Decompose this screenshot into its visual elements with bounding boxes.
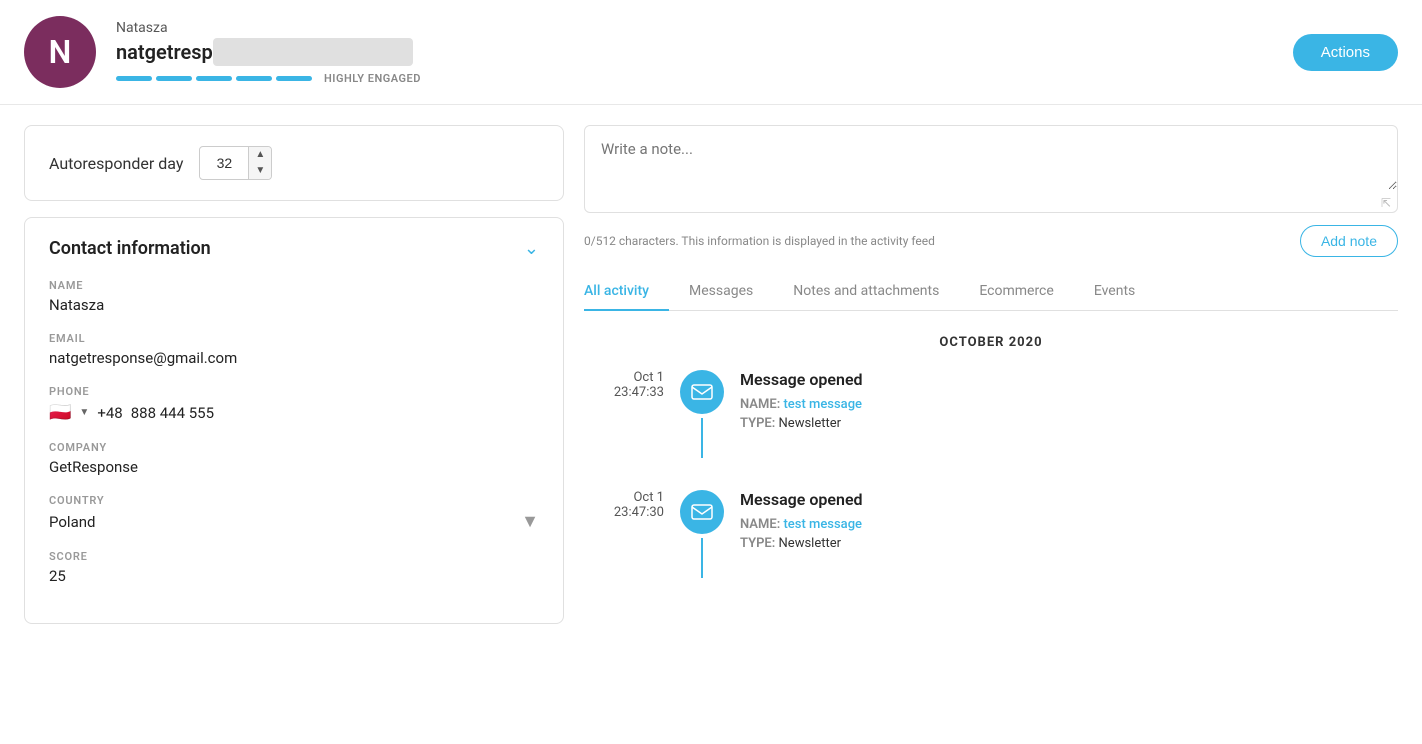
phone-label: PHONE <box>49 385 539 398</box>
name-value: Natasza <box>49 296 539 314</box>
header-email-row: natgetresp <box>116 38 1293 66</box>
name-label: NAME <box>49 279 539 292</box>
phone-number: 888 444 555 <box>131 404 214 422</box>
avatar: N <box>24 16 96 88</box>
day-input[interactable] <box>200 149 248 177</box>
header-email-redacted <box>213 38 413 66</box>
add-note-button[interactable]: Add note <box>1300 225 1398 257</box>
timeline-connector <box>680 370 724 458</box>
event-date: Oct 1 <box>584 370 664 385</box>
resize-icon: ⇱ <box>1381 196 1391 210</box>
note-char-count: 0/512 characters. This information is di… <box>584 234 935 248</box>
email-value: natgetresponse@gmail.com <box>49 349 539 367</box>
bar-segment-2 <box>156 76 192 81</box>
event-time: 23:47:30 <box>584 505 664 520</box>
event-title-2: Message opened <box>740 490 1398 509</box>
timeline-line-2 <box>701 538 703 578</box>
email-label: EMAIL <box>49 332 539 345</box>
country-dropdown-icon[interactable]: ▼ <box>521 511 539 532</box>
tab-all-activity[interactable]: All activity <box>584 273 669 311</box>
score-label: SCORE <box>49 550 539 563</box>
timeline-content: Message opened NAME: test message TYPE: … <box>740 370 1398 435</box>
flag-icon: 🇵🇱 <box>49 402 71 423</box>
tab-messages[interactable]: Messages <box>669 273 773 311</box>
note-textarea[interactable] <box>585 126 1397 190</box>
company-value: GetResponse <box>49 458 539 476</box>
field-country: COUNTRY Poland ▼ <box>49 494 539 532</box>
phone-prefix: +48 <box>97 404 122 422</box>
country-row: Poland ▼ <box>49 511 539 532</box>
chevron-down-icon[interactable]: ⌄ <box>524 238 539 259</box>
note-area-wrapper: ⇱ <box>584 125 1398 213</box>
contact-name-small: Natasza <box>116 20 1293 36</box>
field-score: SCORE 25 <box>49 550 539 585</box>
bar-segment-1 <box>116 76 152 81</box>
month-header: OCTOBER 2020 <box>584 335 1398 350</box>
timeline-item: Oct 1 23:47:33 Message opened <box>584 370 1398 458</box>
page-header: N Natasza natgetresp HIGHLY ENGAGED Acti… <box>0 0 1422 105</box>
spin-up-button[interactable]: ▲ <box>249 147 271 163</box>
resize-handle: ⇱ <box>585 194 1397 212</box>
timeline-line <box>701 418 703 458</box>
timeline-date: Oct 1 23:47:33 <box>584 370 664 400</box>
country-label: COUNTRY <box>49 494 539 507</box>
note-meta: 0/512 characters. This information is di… <box>584 225 1398 257</box>
timeline: Oct 1 23:47:33 Message opened <box>584 370 1398 578</box>
actions-button[interactable]: Actions <box>1293 34 1398 71</box>
event-name-field-2: NAME: test message <box>740 517 1398 532</box>
main-content: Autoresponder day ▲ ▼ Contact informatio… <box>0 105 1422 644</box>
left-panel: Autoresponder day ▲ ▼ Contact informatio… <box>24 125 564 624</box>
autoresponder-label: Autoresponder day <box>49 154 183 173</box>
day-spinners: ▲ ▼ <box>248 147 271 179</box>
message-opened-icon-2 <box>680 490 724 534</box>
bar-segment-3 <box>196 76 232 81</box>
engagement-bar: HIGHLY ENGAGED <box>116 72 1293 85</box>
score-value: 25 <box>49 567 539 585</box>
bar-segment-4 <box>236 76 272 81</box>
contact-info-title: Contact information <box>49 238 211 259</box>
field-name: NAME Natasza <box>49 279 539 314</box>
engagement-label: HIGHLY ENGAGED <box>324 72 421 85</box>
field-company: COMPANY GetResponse <box>49 441 539 476</box>
contact-info-header: Contact information ⌄ <box>49 238 539 259</box>
day-input-wrapper: ▲ ▼ <box>199 146 272 180</box>
header-info: Natasza natgetresp HIGHLY ENGAGED <box>116 20 1293 85</box>
timeline-connector <box>680 490 724 578</box>
event-name-field: NAME: test message <box>740 397 1398 412</box>
right-panel: ⇱ 0/512 characters. This information is … <box>584 125 1398 624</box>
timeline-date: Oct 1 23:47:30 <box>584 490 664 520</box>
autoresponder-card: Autoresponder day ▲ ▼ <box>24 125 564 201</box>
phone-row: 🇵🇱 ▼ +48 888 444 555 <box>49 402 539 423</box>
event-time: 23:47:33 <box>584 385 664 400</box>
event-title: Message opened <box>740 370 1398 389</box>
country-value: Poland <box>49 513 95 531</box>
activity-tabs: All activity Messages Notes and attachme… <box>584 273 1398 311</box>
spin-down-button[interactable]: ▼ <box>249 163 271 179</box>
bar-segment-5 <box>276 76 312 81</box>
tab-events[interactable]: Events <box>1074 273 1155 311</box>
contact-info-card: Contact information ⌄ NAME Natasza EMAIL… <box>24 217 564 624</box>
event-date: Oct 1 <box>584 490 664 505</box>
event-type-field: TYPE: Newsletter <box>740 416 1398 431</box>
event-type-field-2: TYPE: Newsletter <box>740 536 1398 551</box>
timeline-content-2: Message opened NAME: test message TYPE: … <box>740 490 1398 555</box>
tab-ecommerce[interactable]: Ecommerce <box>959 273 1073 311</box>
field-email: EMAIL natgetresponse@gmail.com <box>49 332 539 367</box>
company-label: COMPANY <box>49 441 539 454</box>
timeline-item: Oct 1 23:47:30 Message opened NA <box>584 490 1398 578</box>
flag-dropdown[interactable]: ▼ <box>79 407 89 418</box>
message-opened-icon <box>680 370 724 414</box>
header-email-prefix: natgetresp <box>116 40 213 64</box>
tab-notes-attachments[interactable]: Notes and attachments <box>773 273 959 311</box>
field-phone: PHONE 🇵🇱 ▼ +48 888 444 555 <box>49 385 539 423</box>
